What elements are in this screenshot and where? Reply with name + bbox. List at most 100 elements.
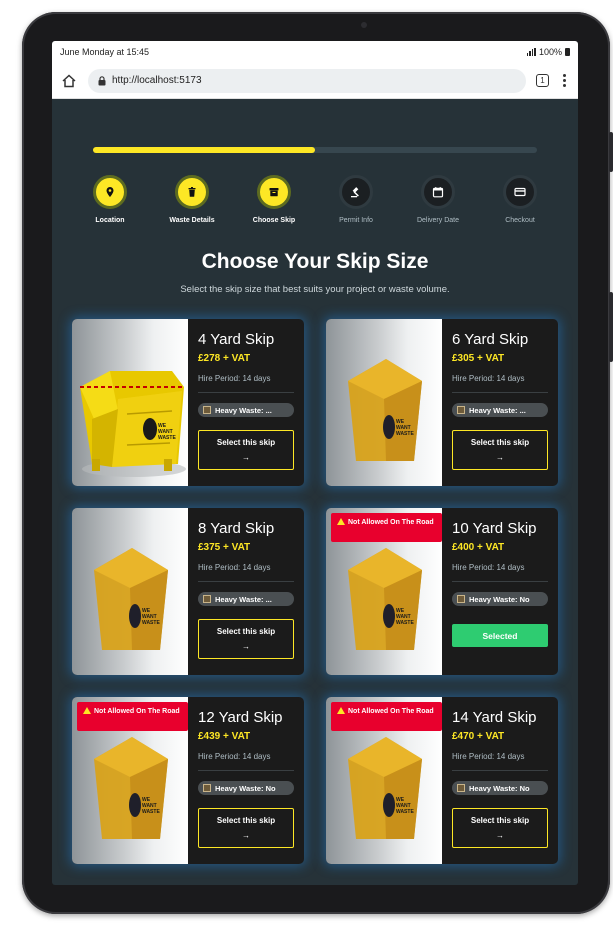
step-label: Checkout bbox=[505, 217, 535, 224]
hire-period: Hire Period: 14 days bbox=[198, 563, 271, 572]
heavy-waste-icon bbox=[203, 595, 211, 603]
skip-name: 10 Yard Skip bbox=[452, 520, 537, 537]
progress-fill bbox=[93, 147, 315, 153]
divider bbox=[198, 770, 294, 771]
skip-price: £375 + VAT bbox=[198, 542, 251, 553]
selected-button[interactable]: Selected bbox=[452, 624, 548, 647]
not-allowed-on-road-badge: Not Allowed On The Road bbox=[77, 702, 188, 731]
hire-period: Hire Period: 14 days bbox=[452, 563, 525, 572]
url-text: http://localhost:5173 bbox=[112, 75, 202, 86]
heavy-waste-icon bbox=[203, 784, 211, 792]
divider bbox=[452, 770, 548, 771]
svg-text:WASTE: WASTE bbox=[142, 809, 160, 815]
heavy-waste-icon bbox=[457, 595, 465, 603]
skip-card-10-yard-skip[interactable]: WE WANT WASTE Not Allowed On The Road 10 Yar… bbox=[326, 508, 558, 675]
credit-card-icon bbox=[503, 175, 537, 209]
warning-icon bbox=[337, 707, 345, 714]
skip-details: 4 Yard Skip £278 + VAT Hire Period: 14 day… bbox=[188, 319, 304, 486]
screen: June Monday at 15:45 100% http://localho… bbox=[52, 41, 578, 885]
skip-price: £278 + VAT bbox=[198, 353, 251, 364]
step-label: Waste Details bbox=[169, 217, 215, 224]
warning-icon bbox=[337, 518, 345, 525]
select-skip-button[interactable]: Select this skip → bbox=[452, 430, 548, 470]
skip-card-6-yard-skip[interactable]: WE WANT WASTE 6 Yard Skip £305 + VAT Hire Per… bbox=[326, 319, 558, 486]
tab-switcher-button[interactable]: 1 bbox=[536, 74, 549, 87]
skip-name: 14 Yard Skip bbox=[452, 709, 537, 726]
not-allowed-on-road-badge: Not Allowed On The Road bbox=[331, 702, 442, 731]
skip-card-14-yard-skip[interactable]: WE WANT WASTE Not Allowed On The Road 14 Yar… bbox=[326, 697, 558, 864]
step-permit-info[interactable]: Permit Info bbox=[320, 175, 392, 224]
skip-card-12-yard-skip[interactable]: WE WANT WASTE Not Allowed On The Road 12 Yar… bbox=[72, 697, 304, 864]
heavy-waste-badge: Heavy Waste: No bbox=[198, 781, 294, 795]
skip-image: WE WANT WASTE bbox=[72, 319, 188, 486]
signal-icon bbox=[526, 48, 536, 56]
arrow-right-icon: → bbox=[242, 831, 250, 840]
status-bar: June Monday at 15:45 100% bbox=[52, 41, 578, 63]
address-bar[interactable]: http://localhost:5173 bbox=[88, 68, 526, 93]
step-label: Delivery Date bbox=[416, 217, 459, 224]
heavy-waste-badge: Heavy Waste: ... bbox=[198, 592, 294, 606]
calendar-icon bbox=[421, 175, 455, 209]
page-title: Choose Your Skip Size bbox=[201, 250, 429, 273]
select-skip-button[interactable]: Select this skip → bbox=[198, 430, 294, 470]
step-indicator: Location Waste Details Choose Skip Permit I… bbox=[74, 175, 556, 224]
select-skip-button[interactable]: Select this skip → bbox=[198, 808, 294, 848]
skip-price: £470 + VAT bbox=[452, 731, 505, 742]
step-waste-details[interactable]: Waste Details bbox=[156, 175, 228, 224]
skip-details: 6 Yard Skip £305 + VAT Hire Period: 14 day… bbox=[442, 319, 558, 486]
trash-icon bbox=[175, 175, 209, 209]
step-label: Location bbox=[95, 217, 125, 224]
gavel-icon bbox=[339, 175, 373, 209]
skip-card-8-yard-skip[interactable]: WE WANT WASTE 8 Yard Skip £375 + VAT Hire Per… bbox=[72, 508, 304, 675]
step-label: Choose Skip bbox=[252, 217, 296, 224]
svg-text:WASTE: WASTE bbox=[158, 435, 176, 441]
page-content: Location Waste Details Choose Skip Permit I… bbox=[52, 147, 578, 864]
step-checkout[interactable]: Checkout bbox=[484, 175, 556, 224]
skip-image: WE WANT WASTE bbox=[72, 508, 188, 675]
heavy-waste-badge: Heavy Waste: No bbox=[452, 592, 548, 606]
status-time: June Monday at 15:45 bbox=[60, 47, 150, 57]
skip-name: 8 Yard Skip bbox=[198, 520, 275, 537]
skip-name: 6 Yard Skip bbox=[452, 331, 529, 348]
skip-card-4-yard-skip[interactable]: WE WANT WASTE 4 Yard Skip £278 + VAT Hire Per… bbox=[72, 319, 304, 486]
step-choose-skip[interactable]: Choose Skip bbox=[238, 175, 310, 224]
not-allowed-on-road-badge: Not Allowed On The Road bbox=[331, 513, 442, 542]
svg-text:WASTE: WASTE bbox=[142, 620, 160, 626]
hire-period: Hire Period: 14 days bbox=[198, 752, 271, 761]
battery-icon bbox=[565, 48, 570, 56]
svg-text:WASTE: WASTE bbox=[396, 620, 414, 626]
hire-period: Hire Period: 14 days bbox=[452, 752, 525, 761]
skip-price: £305 + VAT bbox=[452, 353, 505, 364]
power-button bbox=[609, 292, 613, 362]
hire-period: Hire Period: 14 days bbox=[452, 374, 525, 383]
heavy-waste-badge: Heavy Waste: ... bbox=[198, 403, 294, 417]
arrow-right-icon: → bbox=[242, 453, 250, 462]
heavy-waste-icon bbox=[457, 406, 465, 414]
skip-grid: WE WANT WASTE 4 Yard Skip £278 + VAT Hire Per… bbox=[72, 319, 558, 864]
arrow-right-icon: → bbox=[496, 831, 504, 840]
step-location[interactable]: Location bbox=[74, 175, 146, 224]
select-skip-button[interactable]: Select this skip → bbox=[198, 619, 294, 659]
progress-bar bbox=[93, 147, 537, 153]
browser-toolbar: http://localhost:5173 1 bbox=[52, 63, 578, 99]
skip-image: WE WANT WASTE bbox=[326, 319, 442, 486]
heavy-waste-icon bbox=[203, 406, 211, 414]
volume-button bbox=[609, 132, 613, 172]
skip-details: 10 Yard Skip £400 + VAT Hire Period: 14 da… bbox=[442, 508, 558, 675]
heavy-waste-icon bbox=[457, 784, 465, 792]
arrow-right-icon: → bbox=[496, 453, 504, 462]
skip-name: 12 Yard Skip bbox=[198, 709, 283, 726]
skip-details: 14 Yard Skip £470 + VAT Hire Period: 14 da… bbox=[442, 697, 558, 864]
step-delivery-date[interactable]: Delivery Date bbox=[402, 175, 474, 224]
front-camera bbox=[361, 22, 367, 28]
location-pin-icon bbox=[93, 175, 127, 209]
home-icon[interactable] bbox=[60, 72, 78, 90]
skip-box-icon bbox=[257, 175, 291, 209]
skip-details: 12 Yard Skip £439 + VAT Hire Period: 14 da… bbox=[188, 697, 304, 864]
svg-text:WASTE: WASTE bbox=[396, 809, 414, 815]
battery-level: 100% bbox=[538, 47, 562, 57]
select-skip-button[interactable]: Select this skip → bbox=[452, 808, 548, 848]
hire-period: Hire Period: 14 days bbox=[198, 374, 271, 383]
browser-menu-icon[interactable] bbox=[559, 74, 570, 87]
skip-name: 4 Yard Skip bbox=[198, 331, 275, 348]
